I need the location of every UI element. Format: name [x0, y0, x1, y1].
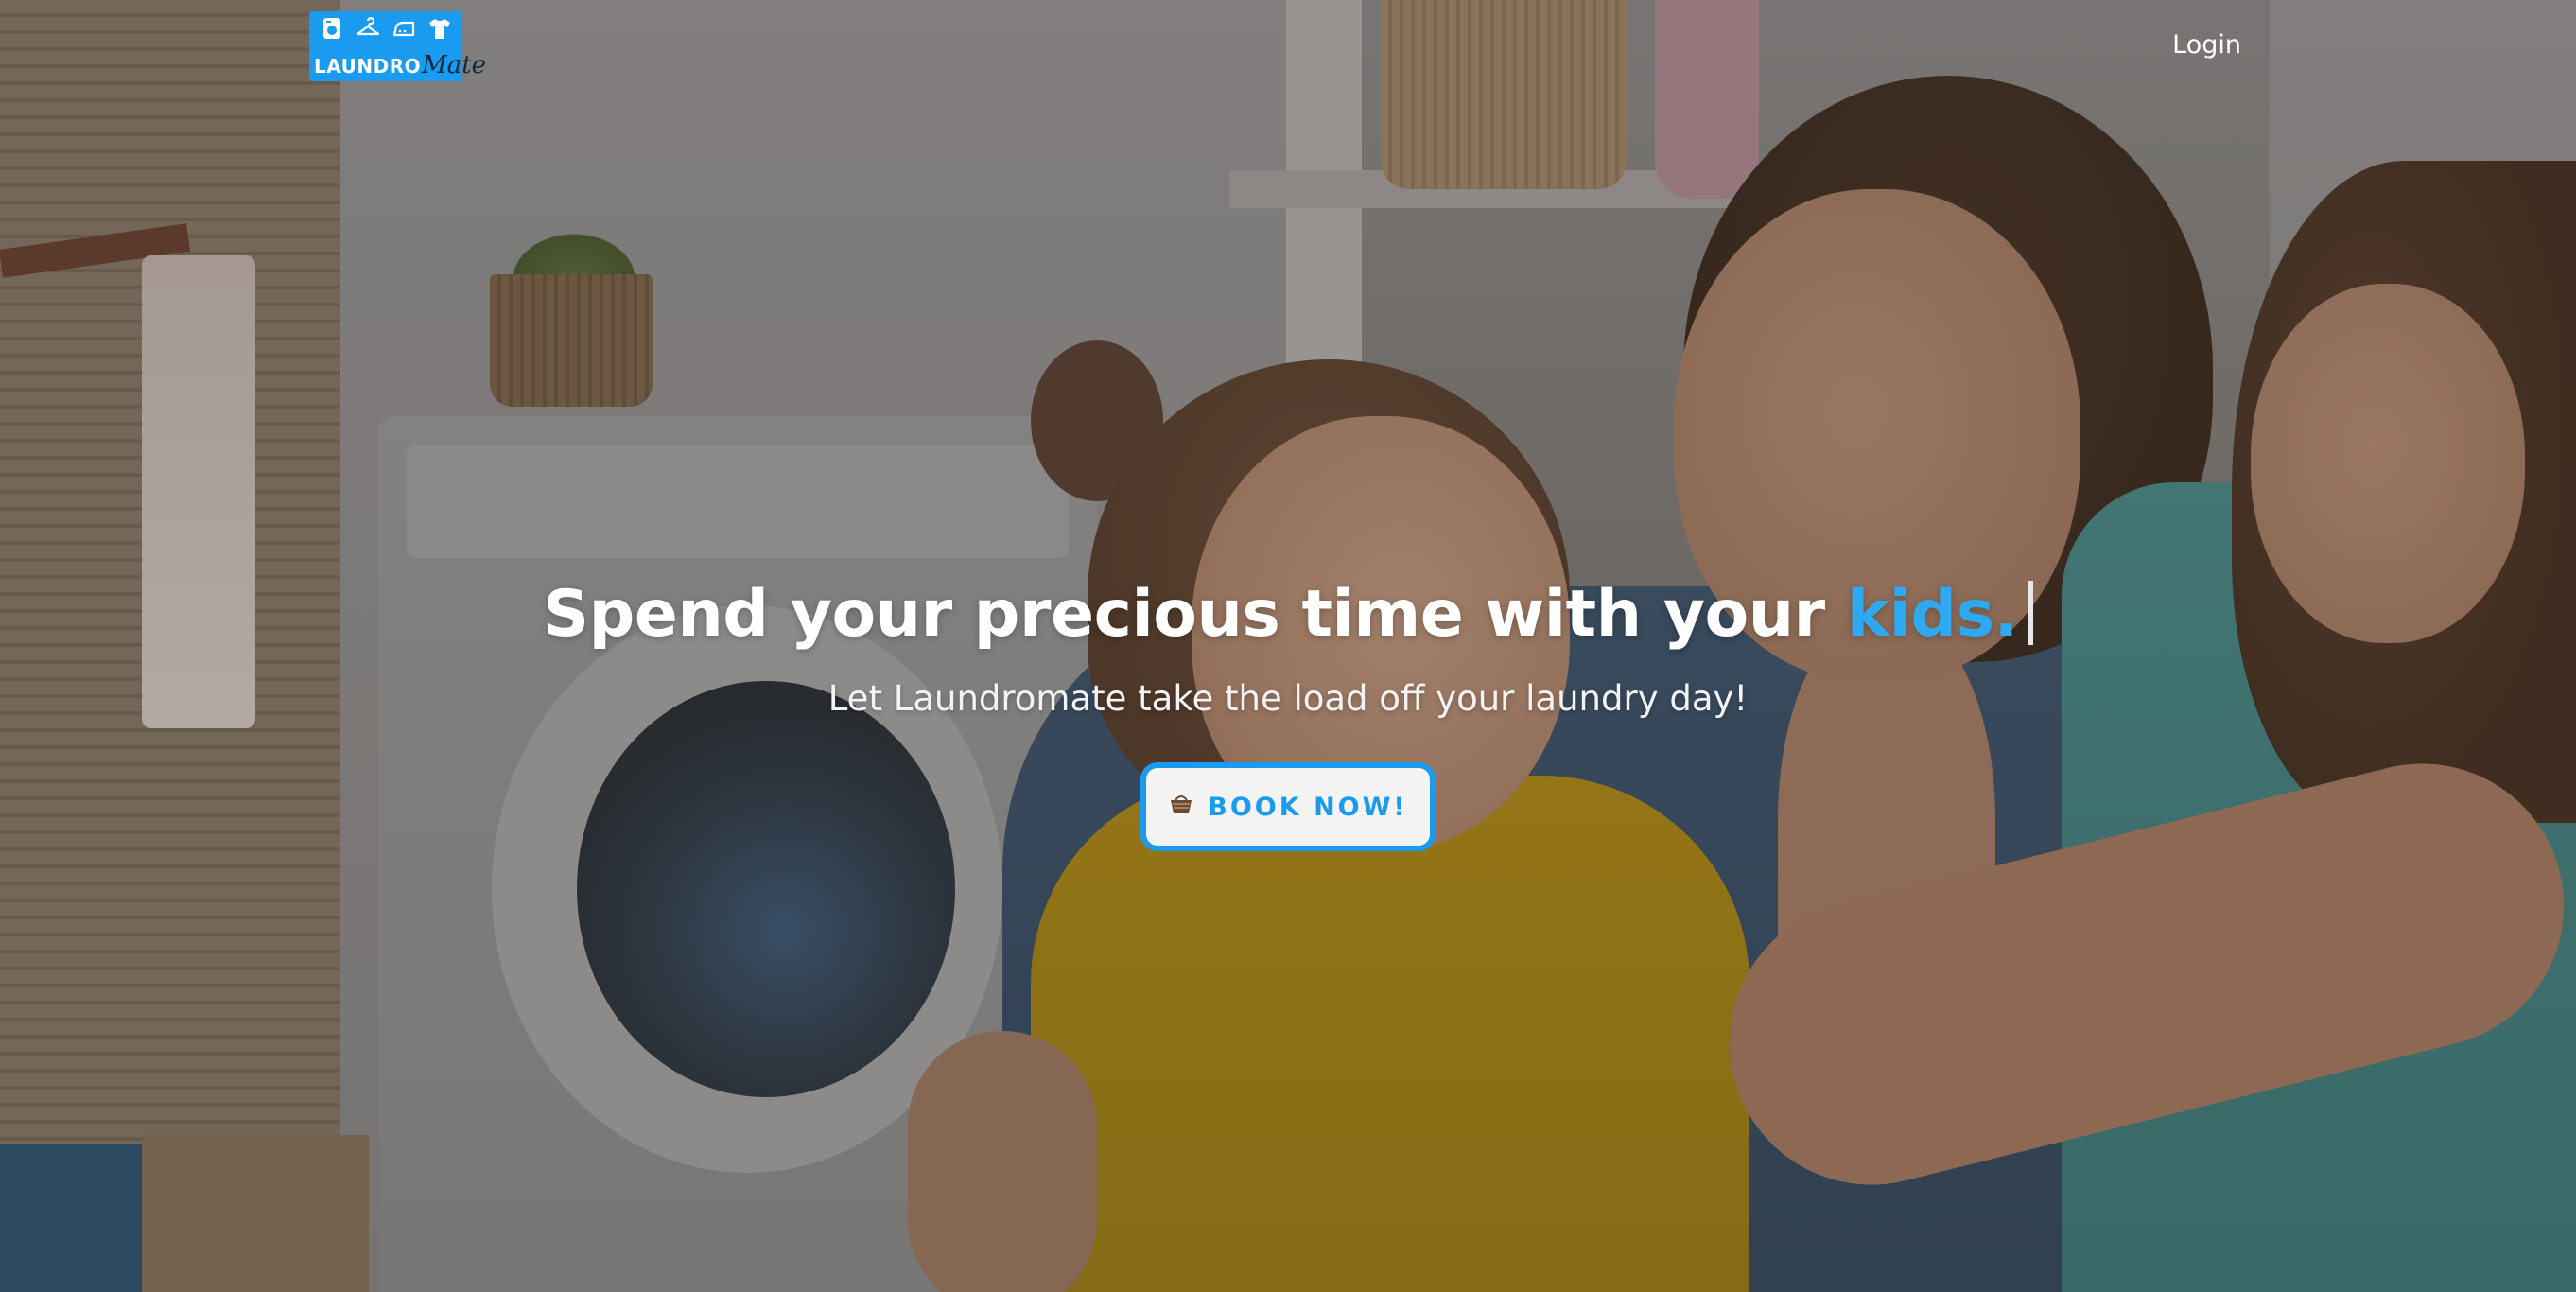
- logo-word-laundro: LAUNDRO: [314, 55, 422, 78]
- headline-accent-text: kids.: [1846, 577, 2019, 652]
- hanger-icon: [354, 15, 382, 44]
- iron-icon: [390, 15, 418, 44]
- logo-word-mate: Mate: [422, 51, 487, 79]
- typing-cursor: [2027, 581, 2033, 645]
- login-link[interactable]: Login: [2118, 26, 2241, 64]
- hero-content: Spend your precious time with your kids.…: [0, 567, 2576, 851]
- book-now-label: BOOK NOW!: [1208, 792, 1408, 822]
- hero-headline: Spend your precious time with your kids.: [0, 567, 2576, 662]
- book-now-button[interactable]: BOOK NOW!: [1140, 762, 1436, 851]
- washing-machine-icon: [318, 15, 346, 44]
- brand-logo[interactable]: LAUNDRO Mate: [309, 11, 486, 81]
- tshirt-icon: [426, 15, 454, 44]
- hero-section: LAUNDRO Mate Login Spend your precious ti…: [0, 0, 2576, 1292]
- hero-subheadline: Let Laundromate take the load off your l…: [827, 678, 1749, 719]
- logo-icon-row: [314, 15, 458, 44]
- navbar: LAUNDRO Mate Login: [0, 0, 2576, 95]
- headline-main-text: Spend your precious time with your: [543, 577, 1847, 652]
- laundry-basket-icon: [1168, 791, 1194, 824]
- logo-wordmark: LAUNDRO Mate: [314, 51, 486, 79]
